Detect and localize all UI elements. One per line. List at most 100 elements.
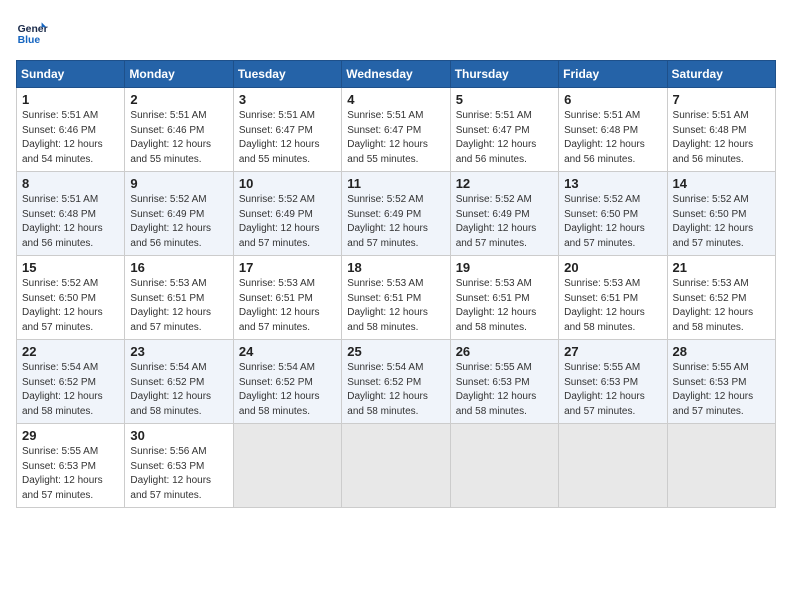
calendar-cell: 4 Sunrise: 5:51 AMSunset: 6:47 PMDayligh… xyxy=(342,88,450,172)
day-number: 25 xyxy=(347,344,444,359)
day-number: 10 xyxy=(239,176,336,191)
day-number: 27 xyxy=(564,344,661,359)
calendar-cell: 21 Sunrise: 5:53 AMSunset: 6:52 PMDaylig… xyxy=(667,256,775,340)
day-info: Sunrise: 5:54 AMSunset: 6:52 PMDaylight:… xyxy=(130,361,227,419)
calendar-cell xyxy=(450,424,558,508)
col-header-saturday: Saturday xyxy=(667,61,775,88)
calendar-cell: 24 Sunrise: 5:54 AMSunset: 6:52 PMDaylig… xyxy=(233,340,341,424)
day-number: 29 xyxy=(22,428,119,443)
day-number: 11 xyxy=(347,176,444,191)
day-info: Sunrise: 5:56 AMSunset: 6:53 PMDaylight:… xyxy=(130,445,227,503)
day-number: 21 xyxy=(673,260,770,275)
day-info: Sunrise: 5:52 AMSunset: 6:49 PMDaylight:… xyxy=(347,193,444,251)
day-number: 12 xyxy=(456,176,553,191)
day-number: 23 xyxy=(130,344,227,359)
day-info: Sunrise: 5:52 AMSunset: 6:49 PMDaylight:… xyxy=(130,193,227,251)
calendar-cell: 28 Sunrise: 5:55 AMSunset: 6:53 PMDaylig… xyxy=(667,340,775,424)
day-number: 20 xyxy=(564,260,661,275)
calendar-cell: 5 Sunrise: 5:51 AMSunset: 6:47 PMDayligh… xyxy=(450,88,558,172)
day-number: 16 xyxy=(130,260,227,275)
day-info: Sunrise: 5:51 AMSunset: 6:47 PMDaylight:… xyxy=(347,109,444,167)
logo: General Blue xyxy=(16,16,48,48)
calendar-cell: 20 Sunrise: 5:53 AMSunset: 6:51 PMDaylig… xyxy=(559,256,667,340)
calendar-cell: 8 Sunrise: 5:51 AMSunset: 6:48 PMDayligh… xyxy=(17,172,125,256)
col-header-wednesday: Wednesday xyxy=(342,61,450,88)
day-info: Sunrise: 5:51 AMSunset: 6:47 PMDaylight:… xyxy=(239,109,336,167)
day-number: 15 xyxy=(22,260,119,275)
day-number: 14 xyxy=(673,176,770,191)
calendar-week-row: 15 Sunrise: 5:52 AMSunset: 6:50 PMDaylig… xyxy=(17,256,776,340)
day-info: Sunrise: 5:53 AMSunset: 6:51 PMDaylight:… xyxy=(239,277,336,335)
col-header-sunday: Sunday xyxy=(17,61,125,88)
day-number: 13 xyxy=(564,176,661,191)
day-number: 19 xyxy=(456,260,553,275)
day-number: 6 xyxy=(564,92,661,107)
day-info: Sunrise: 5:51 AMSunset: 6:46 PMDaylight:… xyxy=(22,109,119,167)
calendar-cell: 27 Sunrise: 5:55 AMSunset: 6:53 PMDaylig… xyxy=(559,340,667,424)
day-info: Sunrise: 5:53 AMSunset: 6:52 PMDaylight:… xyxy=(673,277,770,335)
calendar-week-row: 22 Sunrise: 5:54 AMSunset: 6:52 PMDaylig… xyxy=(17,340,776,424)
calendar-cell: 22 Sunrise: 5:54 AMSunset: 6:52 PMDaylig… xyxy=(17,340,125,424)
calendar-cell: 13 Sunrise: 5:52 AMSunset: 6:50 PMDaylig… xyxy=(559,172,667,256)
day-number: 18 xyxy=(347,260,444,275)
calendar-cell: 2 Sunrise: 5:51 AMSunset: 6:46 PMDayligh… xyxy=(125,88,233,172)
day-number: 3 xyxy=(239,92,336,107)
calendar-week-row: 8 Sunrise: 5:51 AMSunset: 6:48 PMDayligh… xyxy=(17,172,776,256)
calendar-cell xyxy=(233,424,341,508)
day-info: Sunrise: 5:52 AMSunset: 6:50 PMDaylight:… xyxy=(673,193,770,251)
calendar-cell xyxy=(667,424,775,508)
day-info: Sunrise: 5:52 AMSunset: 6:49 PMDaylight:… xyxy=(239,193,336,251)
calendar-cell: 6 Sunrise: 5:51 AMSunset: 6:48 PMDayligh… xyxy=(559,88,667,172)
day-number: 5 xyxy=(456,92,553,107)
day-info: Sunrise: 5:51 AMSunset: 6:48 PMDaylight:… xyxy=(673,109,770,167)
day-number: 26 xyxy=(456,344,553,359)
day-number: 7 xyxy=(673,92,770,107)
day-info: Sunrise: 5:52 AMSunset: 6:50 PMDaylight:… xyxy=(564,193,661,251)
day-info: Sunrise: 5:51 AMSunset: 6:46 PMDaylight:… xyxy=(130,109,227,167)
header: General Blue xyxy=(16,16,776,48)
day-info: Sunrise: 5:55 AMSunset: 6:53 PMDaylight:… xyxy=(673,361,770,419)
day-number: 4 xyxy=(347,92,444,107)
day-info: Sunrise: 5:53 AMSunset: 6:51 PMDaylight:… xyxy=(130,277,227,335)
day-number: 9 xyxy=(130,176,227,191)
logo-icon: General Blue xyxy=(16,16,48,48)
day-info: Sunrise: 5:53 AMSunset: 6:51 PMDaylight:… xyxy=(564,277,661,335)
day-info: Sunrise: 5:54 AMSunset: 6:52 PMDaylight:… xyxy=(347,361,444,419)
day-number: 2 xyxy=(130,92,227,107)
calendar-cell: 16 Sunrise: 5:53 AMSunset: 6:51 PMDaylig… xyxy=(125,256,233,340)
calendar-cell: 25 Sunrise: 5:54 AMSunset: 6:52 PMDaylig… xyxy=(342,340,450,424)
day-info: Sunrise: 5:54 AMSunset: 6:52 PMDaylight:… xyxy=(239,361,336,419)
day-info: Sunrise: 5:53 AMSunset: 6:51 PMDaylight:… xyxy=(456,277,553,335)
day-info: Sunrise: 5:55 AMSunset: 6:53 PMDaylight:… xyxy=(456,361,553,419)
calendar-cell: 9 Sunrise: 5:52 AMSunset: 6:49 PMDayligh… xyxy=(125,172,233,256)
calendar-cell: 23 Sunrise: 5:54 AMSunset: 6:52 PMDaylig… xyxy=(125,340,233,424)
day-info: Sunrise: 5:53 AMSunset: 6:51 PMDaylight:… xyxy=(347,277,444,335)
calendar-cell xyxy=(342,424,450,508)
calendar-cell xyxy=(559,424,667,508)
day-info: Sunrise: 5:51 AMSunset: 6:47 PMDaylight:… xyxy=(456,109,553,167)
calendar-cell: 7 Sunrise: 5:51 AMSunset: 6:48 PMDayligh… xyxy=(667,88,775,172)
day-info: Sunrise: 5:52 AMSunset: 6:49 PMDaylight:… xyxy=(456,193,553,251)
day-info: Sunrise: 5:55 AMSunset: 6:53 PMDaylight:… xyxy=(22,445,119,503)
day-number: 8 xyxy=(22,176,119,191)
col-header-monday: Monday xyxy=(125,61,233,88)
calendar-cell: 18 Sunrise: 5:53 AMSunset: 6:51 PMDaylig… xyxy=(342,256,450,340)
col-header-thursday: Thursday xyxy=(450,61,558,88)
day-number: 30 xyxy=(130,428,227,443)
calendar-cell: 30 Sunrise: 5:56 AMSunset: 6:53 PMDaylig… xyxy=(125,424,233,508)
calendar-cell: 14 Sunrise: 5:52 AMSunset: 6:50 PMDaylig… xyxy=(667,172,775,256)
calendar-cell: 12 Sunrise: 5:52 AMSunset: 6:49 PMDaylig… xyxy=(450,172,558,256)
calendar-cell: 1 Sunrise: 5:51 AMSunset: 6:46 PMDayligh… xyxy=(17,88,125,172)
day-info: Sunrise: 5:51 AMSunset: 6:48 PMDaylight:… xyxy=(564,109,661,167)
calendar: SundayMondayTuesdayWednesdayThursdayFrid… xyxy=(16,60,776,508)
day-number: 17 xyxy=(239,260,336,275)
col-header-tuesday: Tuesday xyxy=(233,61,341,88)
calendar-week-row: 29 Sunrise: 5:55 AMSunset: 6:53 PMDaylig… xyxy=(17,424,776,508)
calendar-cell: 17 Sunrise: 5:53 AMSunset: 6:51 PMDaylig… xyxy=(233,256,341,340)
col-header-friday: Friday xyxy=(559,61,667,88)
calendar-week-row: 1 Sunrise: 5:51 AMSunset: 6:46 PMDayligh… xyxy=(17,88,776,172)
day-number: 22 xyxy=(22,344,119,359)
day-info: Sunrise: 5:54 AMSunset: 6:52 PMDaylight:… xyxy=(22,361,119,419)
day-number: 24 xyxy=(239,344,336,359)
calendar-cell: 26 Sunrise: 5:55 AMSunset: 6:53 PMDaylig… xyxy=(450,340,558,424)
